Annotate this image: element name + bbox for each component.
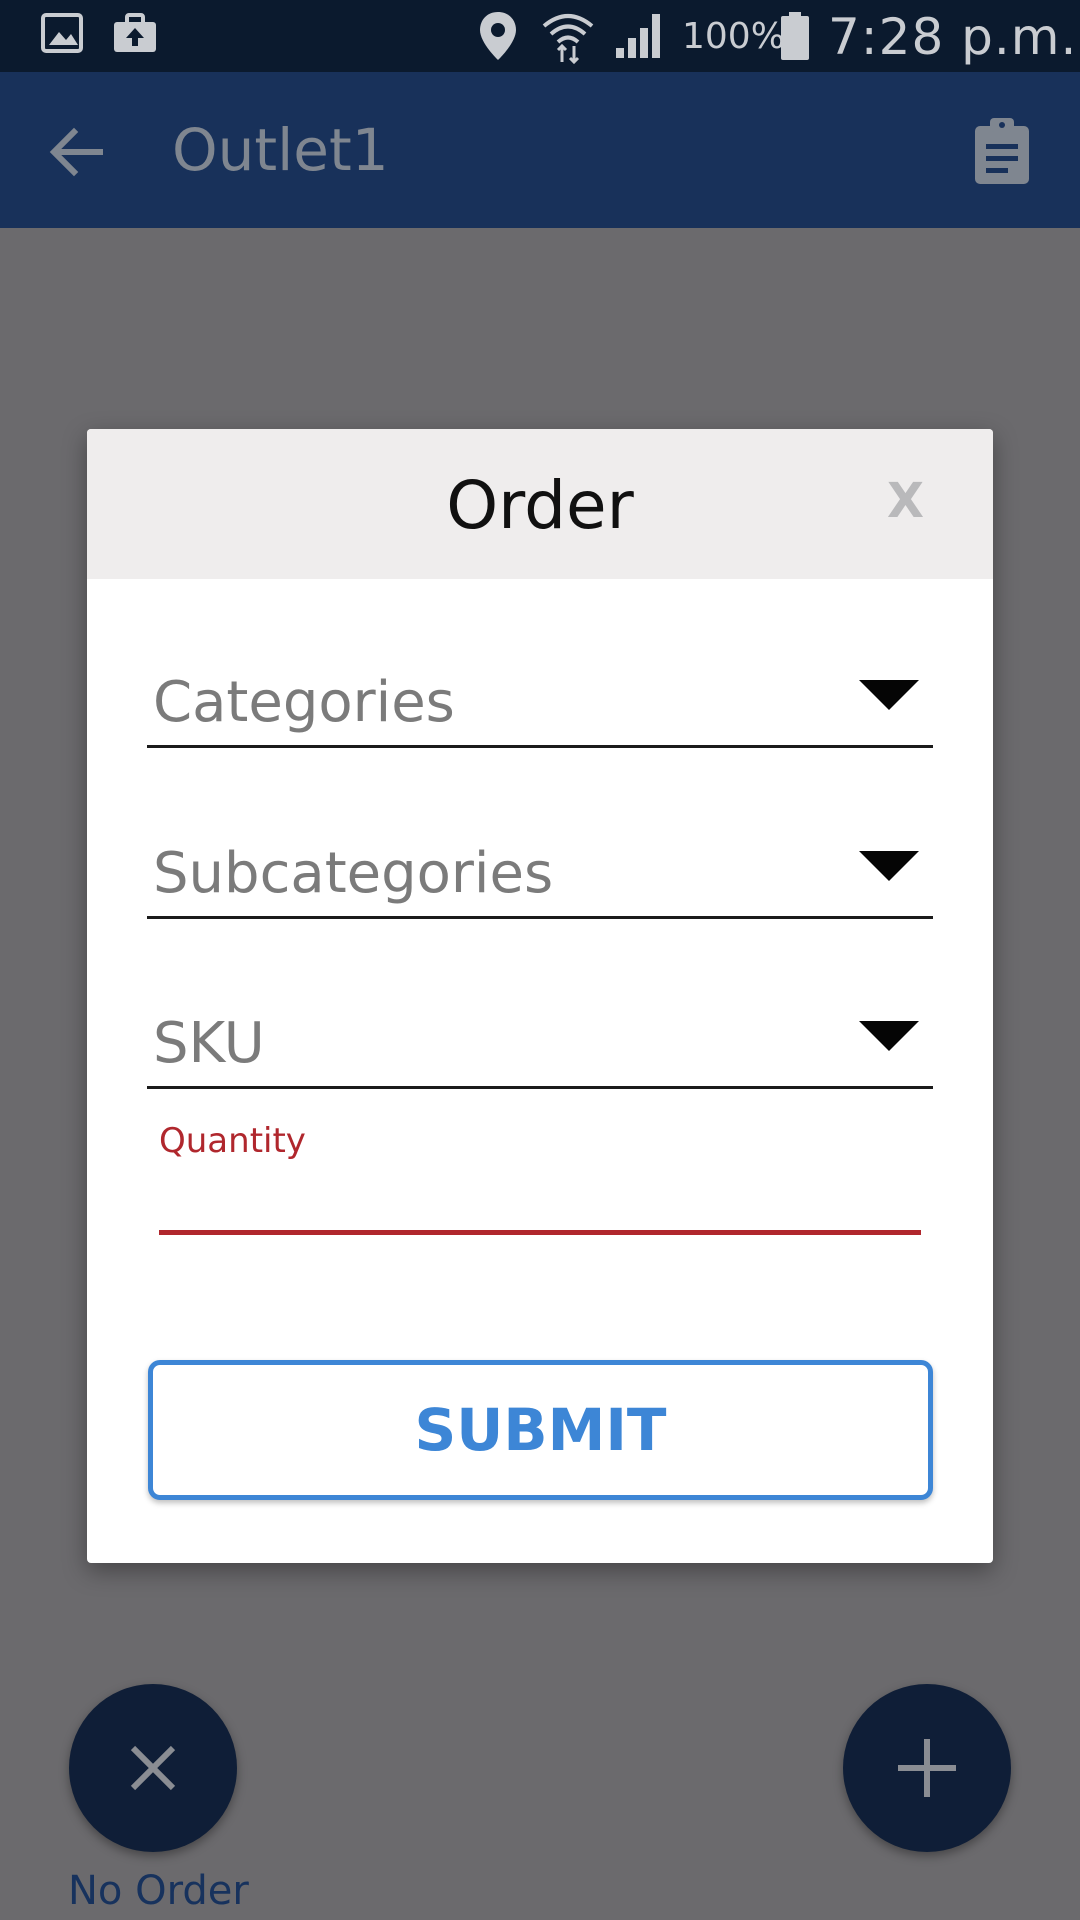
dropdown-arrow-icon (859, 1021, 919, 1051)
briefcase-upload-icon (110, 10, 160, 61)
signal-icon (614, 10, 668, 65)
close-icon (130, 1745, 176, 1791)
page-title: Outlet1 (172, 116, 389, 184)
location-icon (476, 10, 520, 67)
no-order-button[interactable] (69, 1684, 237, 1852)
arrow-back-icon (49, 127, 103, 177)
no-order-label: No Order (68, 1868, 249, 1914)
sku-label: SKU (153, 1011, 265, 1076)
app-bar: Outlet1 (0, 72, 1080, 228)
status-bar: 100% 7:28 p.m. (0, 0, 1080, 72)
back-button[interactable] (40, 116, 112, 188)
gallery-icon (40, 10, 86, 61)
battery-icon (780, 12, 810, 65)
dropdown-arrow-icon (859, 851, 919, 881)
submit-button[interactable]: SUBMIT (148, 1360, 933, 1500)
dialog-title: Order (446, 467, 634, 544)
clipboard-icon (975, 118, 1029, 184)
wifi-icon (540, 10, 596, 69)
add-button[interactable] (843, 1684, 1011, 1852)
order-dialog: Order X Categories Subcategories SKU Qua… (87, 429, 993, 1563)
battery-percent: 100% (682, 16, 785, 57)
plus-icon (898, 1739, 956, 1797)
categories-dropdown[interactable]: Categories (147, 638, 933, 748)
subcategories-label: Subcategories (153, 841, 554, 906)
dialog-close-button[interactable]: X (887, 473, 924, 529)
dropdown-arrow-icon (859, 680, 919, 710)
sku-dropdown[interactable]: SKU (147, 979, 933, 1089)
subcategories-dropdown[interactable]: Subcategories (147, 809, 933, 919)
quantity-label: Quantity (159, 1121, 306, 1161)
quantity-input[interactable] (159, 1169, 921, 1235)
dialog-header: Order X (87, 429, 993, 579)
clock: 7:28 p.m. (828, 8, 1078, 66)
clipboard-button[interactable] (966, 114, 1038, 186)
categories-label: Categories (153, 670, 455, 735)
